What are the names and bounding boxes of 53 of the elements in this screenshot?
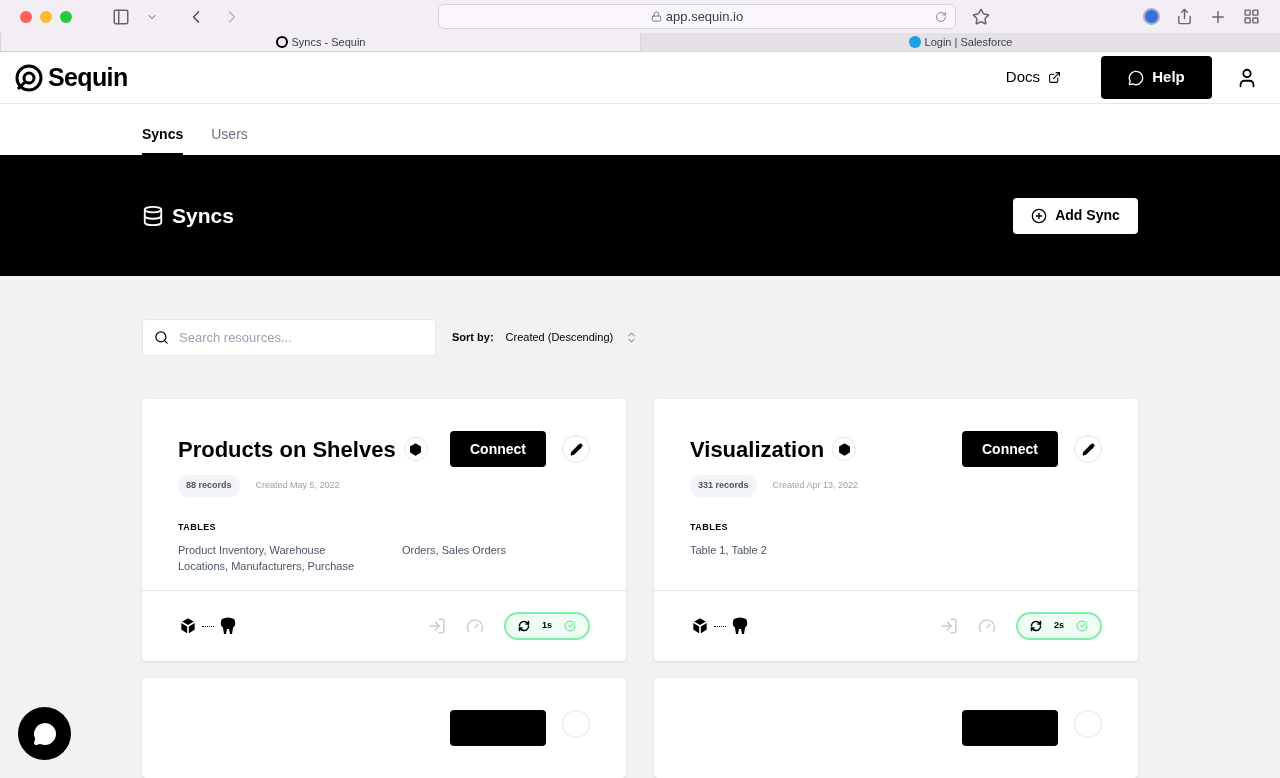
pencil-icon xyxy=(569,442,583,456)
nav-tab[interactable]: Users xyxy=(211,124,248,155)
tables-list: Product Inventory, Warehouse Locations, Manufacturers, Purchase xyxy=(178,542,366,574)
records-badge: 88 records xyxy=(178,475,240,497)
tables-list: Table 1, Table 2 xyxy=(690,542,878,558)
tables-list: Orders, Sales Orders xyxy=(402,542,590,574)
search-field[interactable]: Search resources... xyxy=(142,319,436,356)
connect-button[interactable]: Connect xyxy=(962,431,1058,467)
address-bar[interactable]: app.sequin.io xyxy=(438,4,956,30)
page-title: Syncs xyxy=(172,202,234,229)
created-date: Created May 5, 2022 xyxy=(255,479,340,492)
sign-in-icon xyxy=(428,617,446,635)
tab-overview-icon[interactable] xyxy=(1243,8,1260,26)
pencil-icon xyxy=(1081,442,1095,456)
sync-name: Products on Shelves xyxy=(178,435,396,464)
box-icon xyxy=(690,616,710,636)
box-icon xyxy=(178,616,198,636)
sync-time: 2s xyxy=(1054,619,1064,633)
refresh-icon xyxy=(518,620,530,632)
logo-icon xyxy=(14,62,44,93)
gauge-icon xyxy=(466,617,484,635)
browser-tab[interactable]: Syncs - Sequin xyxy=(0,33,640,52)
dotted-connector xyxy=(202,625,214,627)
created-date: Created Apr 13, 2022 xyxy=(772,479,859,492)
sort-label: Sort by: xyxy=(452,330,494,346)
records-badge: 331 records xyxy=(690,475,757,497)
search-icon xyxy=(154,330,169,345)
dotted-connector xyxy=(714,625,726,627)
help-button[interactable]: Help xyxy=(1101,56,1212,99)
external-link-icon xyxy=(1048,71,1061,84)
sync-time: 1s xyxy=(542,619,552,633)
logo-text: Sequin xyxy=(48,61,128,93)
star-icon[interactable] xyxy=(972,7,990,26)
plus-circle-icon xyxy=(1031,207,1048,224)
browser-tab[interactable]: Login | Salesforce xyxy=(640,33,1280,52)
chat-bubble-icon xyxy=(1128,69,1145,86)
sort-select[interactable]: Created (Descending) xyxy=(505,329,639,346)
gauge-icon xyxy=(978,617,996,635)
database-icon xyxy=(142,204,164,227)
tables-heading: TABLES xyxy=(178,520,218,534)
share-icon[interactable] xyxy=(1176,8,1193,26)
chat-bubble-icon xyxy=(32,721,57,746)
connect-button[interactable]: Connect xyxy=(450,431,546,467)
refresh-icon xyxy=(1030,620,1042,632)
check-circle-icon xyxy=(564,620,576,632)
sidebar-icon[interactable] xyxy=(112,7,130,26)
check-circle-icon xyxy=(1076,620,1088,632)
sign-in-icon xyxy=(940,617,958,635)
tables-heading: TABLES xyxy=(690,520,730,534)
add-sync-button[interactable]: Add Sync xyxy=(1013,197,1138,234)
docs-link[interactable]: Docs xyxy=(1005,66,1061,89)
sync-name: Visualization xyxy=(690,435,825,464)
chat-launcher[interactable] xyxy=(18,707,71,760)
